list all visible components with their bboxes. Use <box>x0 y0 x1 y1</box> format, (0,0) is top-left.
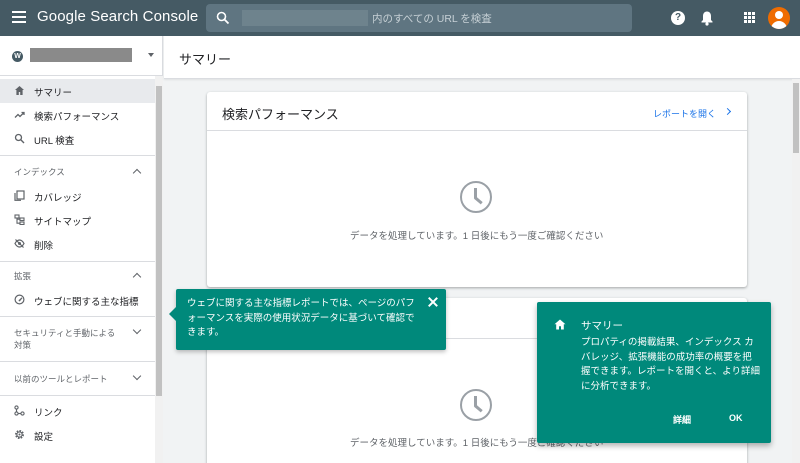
app-title[interactable]: Google Search Console <box>37 8 198 25</box>
sidebar-item-url-inspection[interactable]: URL 検査 <box>0 127 155 151</box>
scrollbar-thumb[interactable] <box>793 83 799 153</box>
sidebar-item-label: リンク <box>34 408 63 419</box>
search-icon <box>14 133 25 144</box>
sidebar-item-label: 設定 <box>34 432 54 443</box>
sidebar-item-removals[interactable]: 削除 <box>0 232 155 256</box>
sidebar-item-label: URL 検査 <box>34 136 75 147</box>
visibility-off-icon <box>14 239 25 248</box>
sidebar-item-label: サイトマップ <box>34 217 92 228</box>
clock-icon <box>460 389 492 421</box>
sitemap-icon <box>14 214 25 225</box>
property-selector[interactable]: W <box>0 36 163 76</box>
url-inspection-search-input[interactable]: 内のすべての URL を検査 <box>206 4 632 32</box>
settings-gear-icon <box>15 430 24 439</box>
tooltip-text: ウェブに関する主な指標レポートでは、ページのパフォーマンスを実際の使用状況データ… <box>187 298 415 338</box>
sidebar-divider <box>0 395 155 396</box>
account-avatar[interactable] <box>768 7 790 29</box>
page-title: サマリー <box>179 52 232 67</box>
copy-icon <box>14 190 25 201</box>
performance-card: 検索パフォーマンス レポートを開く データを処理しています。1 日後にもう一度ご… <box>207 92 747 287</box>
trending-up-icon <box>14 111 25 118</box>
apps-grid-icon[interactable] <box>744 12 755 23</box>
sidebar-divider <box>0 361 155 362</box>
sidebar-divider <box>0 316 155 317</box>
section-header-legacy-tools[interactable]: 以前のツールとレポート <box>0 368 155 390</box>
chevron-right-icon[interactable] <box>723 107 732 116</box>
dialog-body: プロパティの掲載結果、インデックス カバレッジ、拡張機能の成功率の概要を把握でき… <box>581 337 760 392</box>
sidebar-divider <box>0 155 155 156</box>
sidebar-item-label: ウェブに関する主な指標 <box>34 297 139 308</box>
section-label: セキュリティと手動による対策 <box>14 328 116 350</box>
chevron-down-icon <box>132 325 142 335</box>
details-button[interactable]: 詳細 <box>673 413 691 426</box>
sidebar-item-settings[interactable]: 設定 <box>0 423 155 447</box>
sidebar-divider <box>0 261 155 262</box>
core-web-vitals-tooltip: ウェブに関する主な指標レポートでは、ページのパフォーマンスを実際の使用状況データ… <box>169 289 446 350</box>
card-title: 検索パフォーマンス <box>222 107 339 122</box>
sidebar-item-sitemaps[interactable]: サイトマップ <box>0 208 155 232</box>
processing-status-text: データを処理しています。1 日後にもう一度ご確認ください <box>350 231 604 242</box>
sidebar-item-label: サマリー <box>34 88 73 99</box>
chevron-up-icon <box>132 272 142 282</box>
chevron-up-icon <box>132 168 142 178</box>
hamburger-menu-icon[interactable] <box>12 11 26 25</box>
sidebar-scrollbar[interactable] <box>155 76 163 463</box>
dropdown-caret-icon <box>148 53 154 57</box>
ok-button[interactable]: OK <box>729 413 743 423</box>
sidebar-item-links[interactable]: リンク <box>0 399 155 423</box>
section-header-enhancements[interactable]: 拡張 <box>0 265 155 287</box>
sidebar-item-coverage[interactable]: カバレッジ <box>0 184 155 208</box>
page-header: サマリー <box>164 36 800 79</box>
section-header-index[interactable]: インデックス <box>0 161 155 183</box>
search-placeholder: 内のすべての URL を検査 <box>372 13 492 25</box>
help-icon[interactable]: ? <box>671 11 685 25</box>
sidebar-item-label: 削除 <box>34 241 54 252</box>
close-icon[interactable] <box>426 295 440 309</box>
summary-onboarding-dialog: サマリー プロパティの掲載結果、インデックス カバレッジ、拡張機能の成功率の概要… <box>537 302 771 443</box>
home-icon <box>15 86 24 95</box>
sidebar-nav: W サマリー 検索パフォーマンス URL 検査 インデックス カバレッジ サイト… <box>0 36 163 463</box>
open-report-link[interactable]: レポートを開く <box>653 107 716 120</box>
chevron-down-icon <box>132 371 142 381</box>
main-scrollbar[interactable] <box>792 79 800 463</box>
sidebar-item-label: カバレッジ <box>34 193 82 204</box>
links-icon <box>14 405 25 416</box>
section-label: 以前のツールとレポート <box>14 374 108 384</box>
sidebar-item-summary[interactable]: サマリー <box>0 79 155 103</box>
clock-icon <box>460 181 492 213</box>
card-divider <box>207 130 747 131</box>
notifications-bell-icon[interactable] <box>700 10 714 26</box>
scrollbar-thumb[interactable] <box>156 86 162 396</box>
search-icon <box>216 11 230 25</box>
sidebar-item-label: 検索パフォーマンス <box>34 112 120 123</box>
top-app-bar: Google Search Console 内のすべての URL を検査 ? <box>0 0 800 36</box>
speed-icon <box>14 294 25 305</box>
section-label: 拡張 <box>14 271 32 281</box>
redacted-property-url <box>242 10 368 26</box>
section-label: インデックス <box>14 167 65 177</box>
wordpress-icon: W <box>12 51 23 62</box>
sidebar-item-performance[interactable]: 検索パフォーマンス <box>0 103 155 127</box>
sidebar-item-core-web-vitals[interactable]: ウェブに関する主な指標 <box>0 288 155 312</box>
section-header-security[interactable]: セキュリティと手動による対策 <box>0 322 155 352</box>
redacted-property-name <box>30 48 132 62</box>
home-icon <box>554 319 566 330</box>
dialog-title: サマリー <box>581 320 623 332</box>
